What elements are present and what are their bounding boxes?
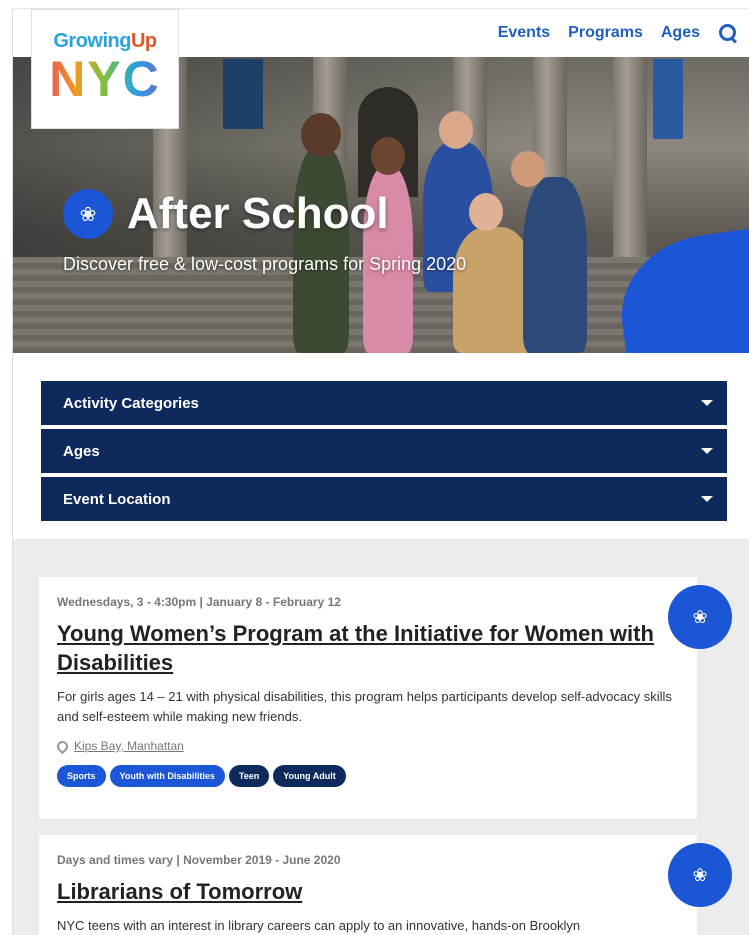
tag-sports[interactable]: Sports <box>57 765 106 787</box>
chevron-down-icon <box>701 496 713 502</box>
site-logo[interactable]: GrowingUp NYC <box>31 9 179 129</box>
tag-list: Sports Youth with Disabilities Teen Youn… <box>57 765 679 787</box>
filter-event-location[interactable]: Event Location <box>41 477 727 521</box>
tag-youth-with-disabilities[interactable]: Youth with Disabilities <box>109 765 225 787</box>
person-head <box>371 137 405 175</box>
program-location[interactable]: Kips Bay, Manhattan <box>54 738 679 754</box>
nav-programs[interactable]: Programs <box>568 24 643 42</box>
logo-text-growing: Growing <box>53 30 131 52</box>
tag-young-adult[interactable]: Young Adult <box>273 765 346 787</box>
filter-activity-categories[interactable]: Activity Categories <box>41 381 727 425</box>
person-head <box>301 113 341 157</box>
program-schedule: Days and times vary | November 2019 - Ju… <box>57 853 341 867</box>
column <box>613 57 647 267</box>
nav-ages[interactable]: Ages <box>661 24 700 42</box>
nav-events[interactable]: Events <box>498 24 550 42</box>
program-card: Days and times vary | November 2019 - Ju… <box>39 835 697 935</box>
activity-icon: ❀ <box>63 189 113 239</box>
filter-ages[interactable]: Ages <box>41 429 727 473</box>
map-pin-icon <box>54 738 71 754</box>
banner <box>653 59 683 139</box>
person-head <box>469 193 503 231</box>
chevron-down-icon <box>701 400 713 406</box>
filter-panel: Activity Categories Ages Event Location <box>41 381 727 525</box>
location-label: Kips Bay, Manhattan <box>74 739 184 753</box>
logo-text-nyc: NYC <box>32 53 178 105</box>
program-listing: Wednesdays, 3 - 4:30pm | January 8 - Feb… <box>13 539 749 935</box>
filter-label: Ages <box>63 442 100 460</box>
person <box>293 147 349 353</box>
person-head <box>439 111 473 149</box>
hero-heading: ❀ After School <box>63 189 389 239</box>
chevron-down-icon <box>701 448 713 454</box>
program-title-link[interactable]: Young Women’s Program at the Initiative … <box>57 619 679 677</box>
program-description: For girls ages 14 – 21 with physical dis… <box>57 689 672 724</box>
banner <box>223 59 263 129</box>
person <box>453 227 533 353</box>
tag-teen[interactable]: Teen <box>228 765 270 787</box>
program-schedule: Wednesdays, 3 - 4:30pm | January 8 - Feb… <box>57 595 341 609</box>
activity-icon: ❀ <box>668 843 732 907</box>
activity-icon: ❀ <box>668 585 732 649</box>
main-nav: Events Programs Ages <box>498 23 738 43</box>
program-card: Wednesdays, 3 - 4:30pm | January 8 - Feb… <box>39 577 697 819</box>
logo-text-up: Up <box>130 30 157 52</box>
hero-subtitle: Discover free & low-cost programs for Sp… <box>63 254 467 274</box>
filter-label: Activity Categories <box>63 394 199 412</box>
program-title-link[interactable]: Librarians of Tomorrow <box>57 877 679 906</box>
person <box>523 177 587 353</box>
search-icon[interactable] <box>718 23 738 43</box>
person-head <box>511 151 545 187</box>
page-title: After School <box>127 189 389 238</box>
filter-label: Event Location <box>63 490 171 508</box>
page-frame: Events Programs Ages GrowingUp NYC ❀ Aft… <box>12 8 749 935</box>
program-description: NYC teens with an interest in library ca… <box>57 918 581 933</box>
